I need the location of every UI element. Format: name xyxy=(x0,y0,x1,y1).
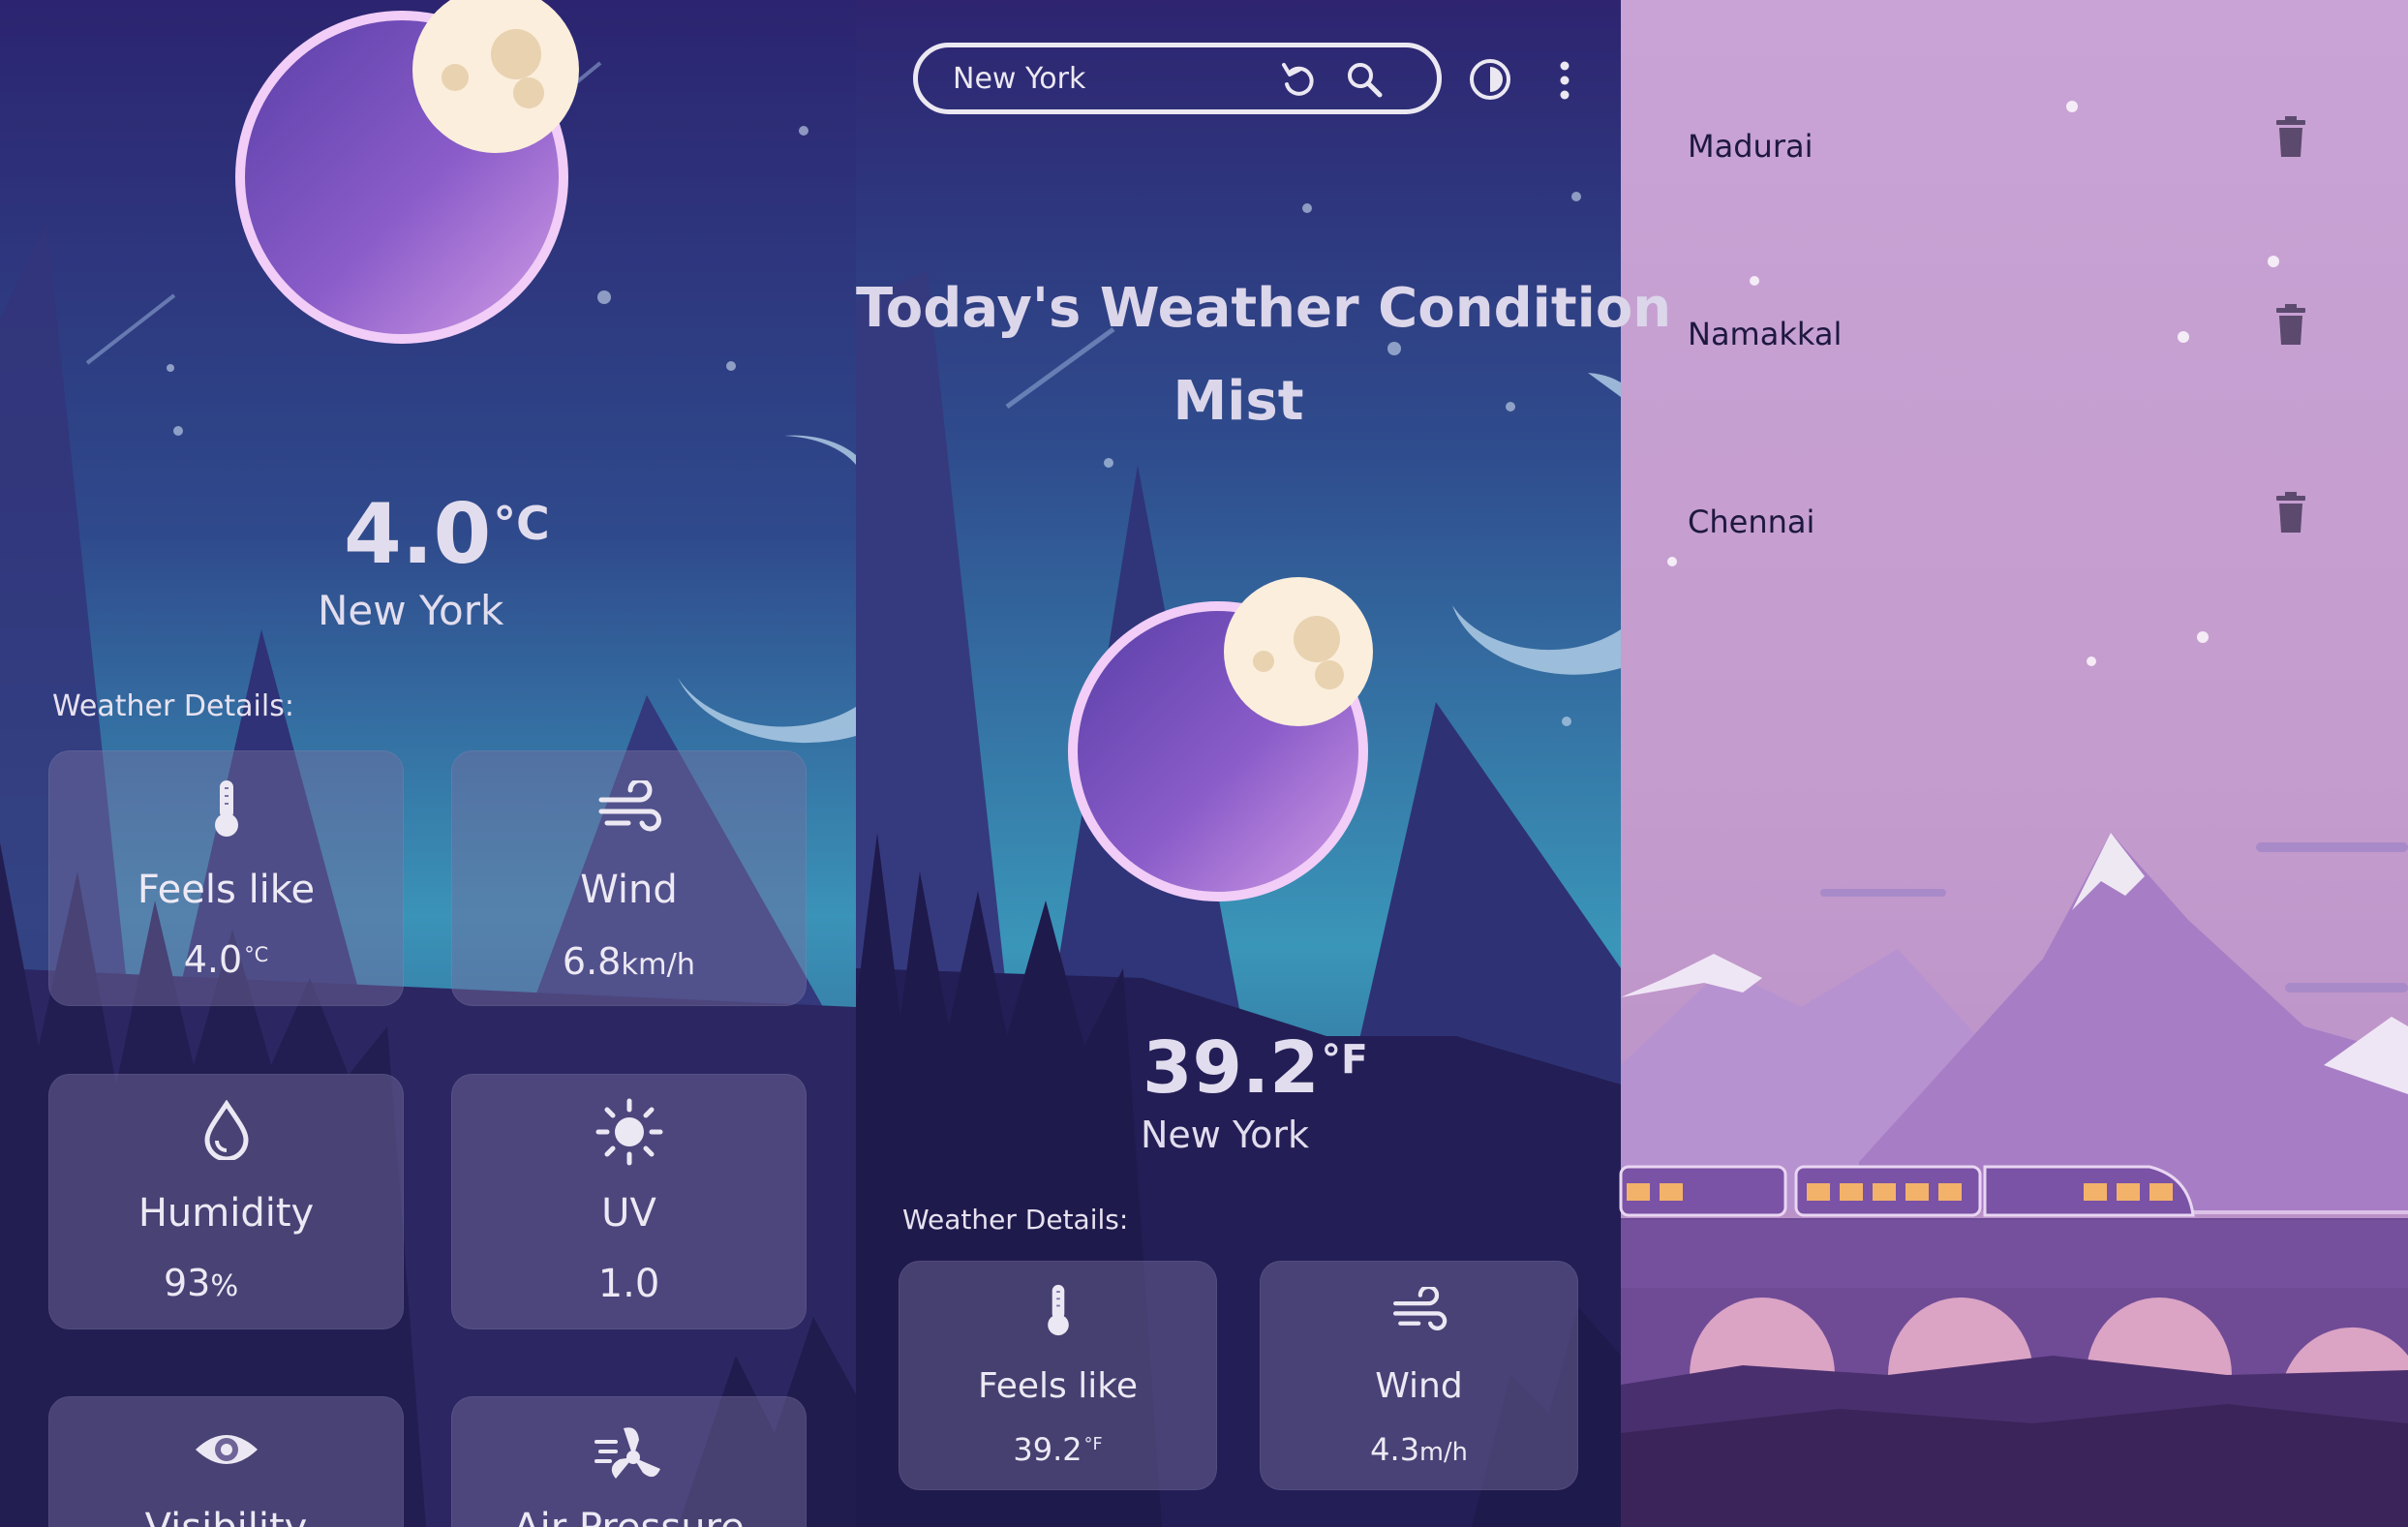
condition-value: Mist xyxy=(1173,370,1304,433)
city-row-madurai[interactable]: Madurai xyxy=(1688,116,2365,174)
uv-value: 1.0 xyxy=(597,1262,660,1306)
city-name: New York xyxy=(318,587,504,634)
feels-like-value-middle: 39.2 °F xyxy=(1013,1431,1103,1468)
city-search-bar[interactable] xyxy=(913,43,1442,114)
air-pressure-card: Air Pressure xyxy=(451,1396,807,1527)
wind-card: Wind 6.8km/h xyxy=(451,750,807,1006)
feels-like-card: Feels like 4.0°C xyxy=(48,750,404,1006)
wind-value: 6.8km/h xyxy=(562,940,696,983)
thermometer-icon xyxy=(49,779,403,839)
uv-card: UV 1.0 xyxy=(451,1074,807,1329)
wind-value-middle: 4.3m/h xyxy=(1370,1431,1468,1468)
condition-title: Today's Weather Condition xyxy=(856,277,1672,340)
feels-like-label: Feels like xyxy=(137,868,316,912)
visibility-label: Visibility xyxy=(49,1506,403,1527)
search-input[interactable] xyxy=(953,59,1243,98)
humidity-label: Humidity xyxy=(137,1191,315,1236)
wind-icon xyxy=(452,780,806,835)
droplet-icon xyxy=(49,1100,403,1160)
temperature-value-f: 39.2°F xyxy=(1143,1026,1368,1110)
city-row-chennai[interactable]: Chennai xyxy=(1688,492,2365,550)
eye-icon xyxy=(49,1426,403,1473)
city-name-chennai[interactable]: Chennai xyxy=(1688,504,1814,540)
temperature-unit: °C xyxy=(493,497,550,551)
air-pressure-label: Air Pressure xyxy=(452,1506,806,1527)
city-name-middle: New York xyxy=(1141,1114,1310,1156)
wind-label: Wind xyxy=(580,868,678,912)
weather-details-heading-middle: Weather Details: xyxy=(902,1204,1129,1236)
feels-like-card-middle: Feels like 39.2 °F xyxy=(899,1261,1217,1490)
trash-icon[interactable] xyxy=(2274,492,2307,538)
city-name-namakkal[interactable]: Namakkal xyxy=(1688,316,1842,352)
city-row-namakkal[interactable]: Namakkal xyxy=(1688,304,2365,362)
feels-like-value: 4.0°C xyxy=(183,938,269,981)
temperature-value: 4.0°C xyxy=(344,486,550,583)
visibility-card: Visibility xyxy=(48,1396,404,1527)
feels-like-label-middle: Feels like xyxy=(978,1366,1138,1406)
trash-icon[interactable] xyxy=(2274,304,2307,351)
wind-card-middle: Wind 4.3m/h xyxy=(1260,1261,1578,1490)
more-vertical-icon[interactable] xyxy=(1555,60,1574,105)
refresh-icon[interactable] xyxy=(1278,59,1319,104)
humidity-card: Humidity 93% xyxy=(48,1074,404,1329)
trash-icon[interactable] xyxy=(2274,116,2307,163)
theme-toggle-icon[interactable] xyxy=(1467,56,1513,107)
wind-label-middle: Wind xyxy=(1375,1366,1463,1406)
thermometer-icon xyxy=(899,1283,1216,1337)
sun-icon xyxy=(452,1098,806,1166)
weather-details-heading: Weather Details: xyxy=(52,689,294,723)
temperature-unit-f: °F xyxy=(1321,1036,1368,1084)
fan-icon xyxy=(452,1422,806,1490)
city-name-madurai[interactable]: Madurai xyxy=(1688,128,1813,165)
wind-icon xyxy=(1261,1287,1577,1333)
search-icon[interactable] xyxy=(1344,59,1385,104)
humidity-value: 93% xyxy=(164,1262,239,1304)
uv-label: UV xyxy=(601,1191,656,1236)
